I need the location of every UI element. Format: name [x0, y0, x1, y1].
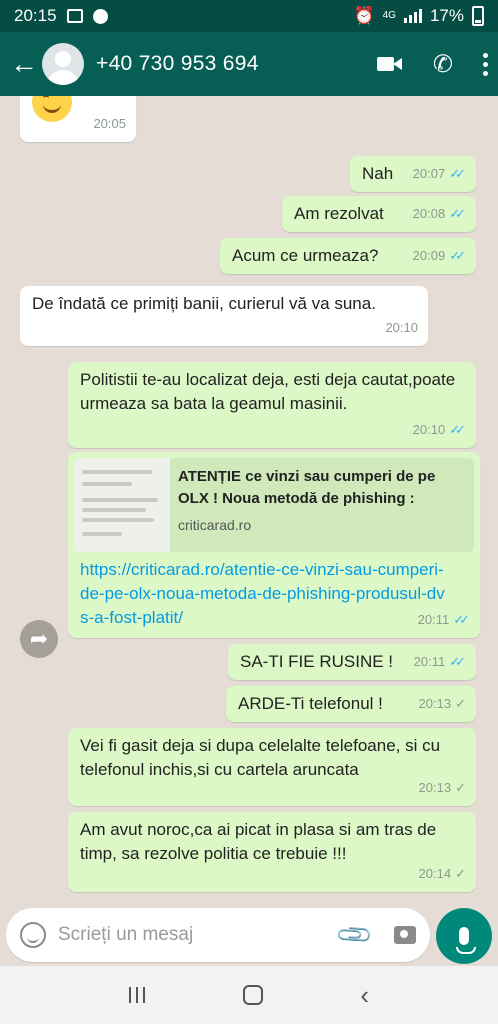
smiling-face-emoji — [32, 96, 72, 122]
message-text: Vei fi gasit deja si dupa celelalte tele… — [80, 736, 441, 779]
read-receipt-icon: ✓✓ — [449, 654, 466, 669]
forward-icon[interactable]: ➦ — [20, 620, 58, 658]
mic-icon — [456, 927, 476, 954]
network-type: 4G — [382, 10, 396, 21]
read-receipt-icon: ✓✓ — [449, 206, 466, 221]
attach-icon[interactable]: 📎 — [334, 914, 376, 956]
message-outgoing[interactable]: Am rezolvat 20:08 ✓✓ — [282, 196, 476, 232]
battery-icon — [472, 6, 484, 26]
sent-tick-icon: ✓ — [455, 696, 466, 711]
read-receipt-icon: ✓✓ — [449, 166, 466, 181]
message-outgoing[interactable]: Acum ce urmeaza? 20:09 ✓✓ — [220, 238, 476, 274]
sent-tick-icon: ✓ — [455, 866, 466, 881]
link-preview[interactable]: ATENȚIE ce vinzi sau cumperi de pe OLX !… — [74, 458, 474, 552]
link-preview-domain: criticarad.ro — [178, 517, 252, 533]
system-navbar: ‹ — [0, 966, 498, 1024]
emoji-icon[interactable] — [20, 922, 46, 948]
message-time: 20:13 — [418, 696, 452, 711]
message-text: Politistii te-au localizat deja, esti de… — [80, 370, 456, 413]
message-time: 20:10 — [412, 422, 446, 437]
message-incoming[interactable]: 20:05 — [20, 96, 136, 142]
message-time: 20:11 — [413, 654, 446, 669]
message-time: 20:11 — [417, 612, 450, 627]
battery-level: 17% — [429, 6, 464, 25]
gallery-notification-icon — [66, 9, 83, 23]
message-time: 20:07 — [412, 166, 446, 181]
message-time: 20:14 — [418, 866, 452, 881]
message-outgoing[interactable]: ARDE-Ti telefonul ! 20:13 ✓ — [226, 686, 476, 722]
message-outgoing[interactable]: Politistii te-au localizat deja, esti de… — [68, 362, 476, 448]
message-link[interactable]: https://criticarad.ro/atentie-ce-vinzi-s… — [80, 558, 450, 630]
message-placeholder[interactable]: Scrieți un mesaj — [58, 924, 193, 946]
app-notification-icon — [92, 8, 108, 24]
read-receipt-icon: ✓✓ — [449, 422, 466, 437]
link-preview-thumbnail — [74, 458, 170, 552]
message-time: 20:09 — [412, 248, 446, 263]
message-time: 20:05 — [93, 116, 126, 131]
status-bar: 20:15 ⏰ 4G 17% — [0, 0, 498, 32]
message-outgoing-link[interactable]: ATENȚIE ce vinzi sau cumperi de pe OLX !… — [68, 452, 480, 638]
camera-icon[interactable] — [394, 926, 416, 944]
back-arrow-icon[interactable]: ← — [10, 48, 38, 80]
message-text: Nah — [362, 164, 394, 183]
message-time: 20:13 — [418, 780, 452, 795]
recent-apps-icon[interactable] — [128, 987, 145, 1003]
message-text: Am rezolvat — [294, 204, 384, 223]
status-time: 20:15 — [14, 6, 57, 25]
message-text: ARDE-Ti telefonul ! — [238, 694, 383, 713]
message-outgoing[interactable]: Nah 20:07 ✓✓ — [350, 156, 476, 192]
message-list[interactable]: 20:05 Nah 20:07 ✓✓ Am rezolvat 20:08 ✓✓ Ac… — [0, 96, 498, 906]
read-receipt-icon: ✓✓ — [453, 612, 470, 627]
message-outgoing[interactable]: SA-TI FIE RUSINE ! 20:11 ✓✓ — [228, 644, 476, 680]
message-text: Acum ce urmeaza? — [232, 246, 379, 265]
composer: Scrieți un mesaj 📎 — [0, 906, 498, 966]
contact-name[interactable]: +40 730 953 694 — [96, 52, 259, 76]
home-icon[interactable] — [242, 985, 263, 1005]
message-outgoing[interactable]: Vei fi gasit deja si dupa celelalte tele… — [68, 728, 476, 806]
message-time: 20:10 — [385, 320, 418, 335]
phone-icon[interactable]: ✆ — [433, 50, 453, 79]
alarm-icon: ⏰ — [353, 6, 375, 25]
message-text: Am avut noroc,ca ai picat in plasa si am… — [80, 820, 437, 863]
message-input[interactable]: Scrieți un mesaj 📎 — [6, 908, 430, 962]
video-call-icon[interactable] — [376, 56, 403, 72]
chat-header: ← +40 730 953 694 ✆ — [0, 32, 498, 96]
avatar[interactable] — [42, 43, 84, 85]
message-text: De îndată ce primiți banii, curierul vă … — [32, 294, 376, 313]
message-time: 20:08 — [412, 206, 446, 221]
link-preview-title: ATENȚIE ce vinzi sau cumperi de pe OLX !… — [178, 468, 436, 507]
nav-back-icon[interactable]: ‹ — [360, 980, 369, 1011]
message-text: SA-TI FIE RUSINE ! — [240, 652, 394, 671]
menu-icon[interactable] — [483, 52, 488, 76]
message-incoming[interactable]: De îndată ce primiți banii, curierul vă … — [20, 286, 428, 346]
mic-button[interactable] — [436, 908, 492, 964]
read-receipt-icon: ✓✓ — [449, 248, 466, 263]
signal-icon — [403, 9, 422, 23]
sent-tick-icon: ✓ — [455, 780, 466, 795]
message-outgoing[interactable]: Am avut noroc,ca ai picat in plasa si am… — [68, 812, 476, 892]
